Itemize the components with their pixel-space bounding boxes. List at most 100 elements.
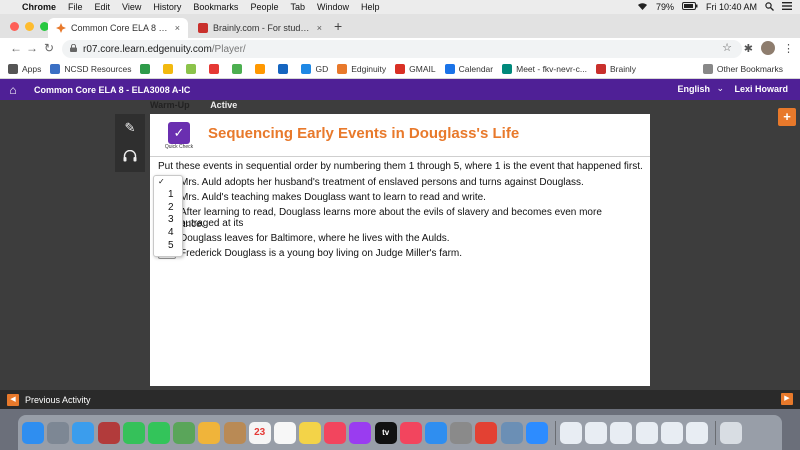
bookmark-item[interactable]: GD xyxy=(301,64,328,74)
bookmark-item[interactable] xyxy=(278,64,292,74)
launchpad-icon[interactable] xyxy=(47,421,70,444)
document-thumbnail-icon[interactable] xyxy=(660,421,683,444)
notification-center-icon[interactable] xyxy=(782,2,792,12)
safari-icon[interactable] xyxy=(72,421,95,444)
chrome-icon[interactable] xyxy=(475,421,498,444)
menu-tab[interactable]: Tab xyxy=(290,2,305,12)
document-thumbnail-icon[interactable] xyxy=(559,421,582,444)
menu-history[interactable]: History xyxy=(153,2,181,12)
new-tab-button[interactable]: + xyxy=(334,18,342,34)
trash-icon[interactable] xyxy=(720,421,743,444)
bookmark-item[interactable] xyxy=(140,64,154,74)
pencil-icon[interactable]: ✎ xyxy=(115,114,145,142)
previous-arrow-icon[interactable]: ◀ xyxy=(7,393,19,406)
dropdown-option[interactable]: 3 xyxy=(154,214,182,227)
dropdown-option[interactable]: 5 xyxy=(154,240,182,253)
close-tab-icon[interactable]: × xyxy=(317,23,322,33)
bookmark-item[interactable]: Calendar xyxy=(444,64,493,74)
music-icon[interactable] xyxy=(324,421,347,444)
contacts-icon[interactable] xyxy=(223,421,246,444)
dropdown-option[interactable]: 2 xyxy=(154,202,182,215)
facetime-icon[interactable] xyxy=(122,421,145,444)
menu-view[interactable]: View xyxy=(122,2,141,12)
bookmark-favicon-icon xyxy=(595,64,606,74)
other-bookmarks-folder[interactable]: Other Bookmarks xyxy=(702,64,783,74)
close-tab-icon[interactable]: × xyxy=(175,23,180,33)
document-thumbnail-icon[interactable] xyxy=(585,421,608,444)
dropdown-option[interactable]: 1 xyxy=(154,189,182,202)
document-thumbnail-icon[interactable] xyxy=(635,421,658,444)
wifi-icon[interactable] xyxy=(637,2,648,12)
document-thumbnail-icon[interactable] xyxy=(610,421,633,444)
finder-icon[interactable] xyxy=(22,421,44,444)
forward-arrow-icon[interactable]: → xyxy=(26,41,38,55)
tab-brainly[interactable]: Brainly.com - For students. By × xyxy=(190,18,330,38)
menu-app-name[interactable]: Chrome xyxy=(22,2,56,12)
menu-file[interactable]: File xyxy=(68,2,83,12)
minimize-window-icon[interactable] xyxy=(25,22,34,31)
close-window-icon[interactable] xyxy=(10,22,19,31)
extensions-puzzle-icon[interactable]: ✱ xyxy=(744,42,753,55)
messages-icon[interactable] xyxy=(147,421,170,444)
notes-icon[interactable] xyxy=(299,421,322,444)
home-icon[interactable]: ⌂ xyxy=(0,83,26,97)
back-arrow-icon[interactable]: ← xyxy=(10,41,22,55)
bookmark-item[interactable]: Meet - fkv-nevr-c... xyxy=(502,64,587,74)
language-select[interactable]: English xyxy=(677,84,710,94)
tab-edgenuity[interactable]: Common Core ELA 8 - ELA3008 × xyxy=(48,18,188,38)
document-thumbnail-icon[interactable] xyxy=(685,421,708,444)
bookmark-item[interactable] xyxy=(163,64,177,74)
battery-icon[interactable] xyxy=(681,2,698,12)
bookmark-favicon-icon xyxy=(50,64,61,74)
bookmark-item[interactable]: NCSD Resources xyxy=(50,64,131,74)
browser-tab-strip: Common Core ELA 8 - ELA3008 × Brainly.co… xyxy=(0,14,800,38)
checkmark-icon: ✓ xyxy=(158,177,165,186)
headphones-icon[interactable] xyxy=(115,142,145,170)
profile-avatar[interactable] xyxy=(761,41,775,55)
photos-icon[interactable] xyxy=(198,421,221,444)
zoom-icon[interactable] xyxy=(525,421,548,444)
bookmark-item[interactable]: Brainly xyxy=(595,64,636,74)
bookmark-item[interactable] xyxy=(209,64,223,74)
tv-icon[interactable]: tv xyxy=(374,421,397,444)
bookmark-star-icon[interactable]: ☆ xyxy=(722,41,732,54)
calendar-icon[interactable]: 23 xyxy=(248,421,271,444)
user-name[interactable]: Lexi Howard xyxy=(734,84,788,94)
spotlight-search-icon[interactable] xyxy=(765,1,774,13)
address-bar[interactable]: r07.core.learn.edgenuity.com/Player/ ☆ xyxy=(62,40,742,58)
lock-icon[interactable] xyxy=(70,43,77,54)
previous-activity-button[interactable]: Previous Activity xyxy=(25,395,91,405)
system-preferences-icon[interactable] xyxy=(450,421,473,444)
reload-icon[interactable]: ↻ xyxy=(44,41,54,55)
menu-people[interactable]: People xyxy=(250,2,278,12)
podcasts-icon[interactable] xyxy=(349,421,372,444)
dropdown-option-blank[interactable]: ✓ xyxy=(154,176,182,189)
add-button[interactable]: + xyxy=(778,108,796,126)
bookmark-item[interactable]: Edginuity xyxy=(337,64,386,74)
tab-title: Brainly.com - For students. By xyxy=(213,23,312,33)
next-arrow-icon[interactable]: ▶ xyxy=(781,393,793,405)
reminders-icon[interactable] xyxy=(273,421,296,444)
bookmark-item[interactable] xyxy=(232,64,246,74)
bookmark-item[interactable] xyxy=(255,64,269,74)
chevron-down-icon[interactable]: ⌄ xyxy=(716,83,724,94)
preview-icon[interactable] xyxy=(500,421,523,444)
clock[interactable]: Fri 10:40 AM xyxy=(706,2,757,12)
maps-icon[interactable] xyxy=(173,421,196,444)
bookmark-item[interactable]: Apps xyxy=(8,64,41,74)
bookmark-item[interactable]: GMAIL xyxy=(395,64,436,74)
menu-bookmarks[interactable]: Bookmarks xyxy=(193,2,238,12)
news-icon[interactable] xyxy=(399,421,422,444)
bookmark-item[interactable] xyxy=(186,64,200,74)
menu-help[interactable]: Help xyxy=(361,2,380,12)
photo-booth-icon[interactable] xyxy=(97,421,120,444)
dropdown-option[interactable]: 4 xyxy=(154,227,182,240)
bookmark-favicon-icon xyxy=(255,64,266,74)
battery-percent[interactable]: 79% xyxy=(656,2,674,12)
bookmarks-bar: Apps NCSD Resources GD Edginuity GMAIL Calend… xyxy=(0,60,800,79)
order-dropdown-menu[interactable]: ✓ 1 2 3 4 5 xyxy=(153,175,183,257)
app-store-icon[interactable] xyxy=(425,421,447,444)
menu-kebab-icon[interactable]: ⋮ xyxy=(783,42,794,55)
menu-edit[interactable]: Edit xyxy=(95,2,111,12)
menu-window[interactable]: Window xyxy=(317,2,349,12)
